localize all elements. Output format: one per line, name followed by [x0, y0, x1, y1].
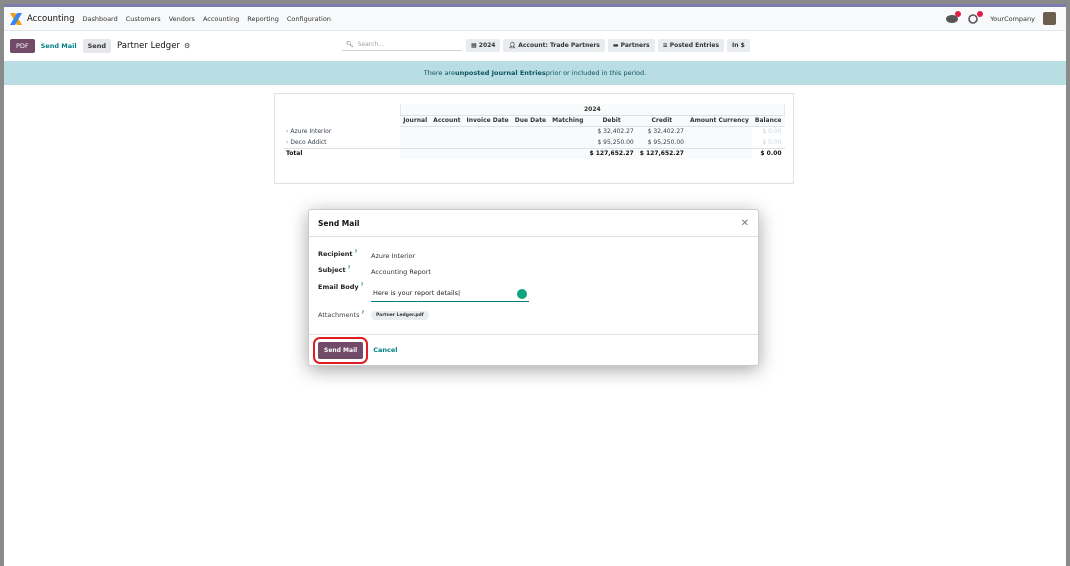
company-switcher[interactable]: YourCompany: [990, 15, 1035, 23]
main-navbar: Accounting Dashboard Customers Vendors A…: [4, 7, 1066, 31]
table-row[interactable]: › Deco Addict $ 95,250.00 $ 95,250.00 $ 0…: [283, 137, 785, 148]
chevron-right-icon[interactable]: ›: [286, 139, 288, 146]
help-icon[interactable]: ?: [348, 265, 350, 270]
email-body-label-text: Email Body: [318, 283, 359, 292]
subject-field[interactable]: Accounting Report: [371, 268, 431, 276]
send-mail-button[interactable]: Send Mail: [312, 336, 369, 364]
filter-account[interactable]: 👤︎ Account: Trade Partners: [503, 39, 605, 52]
attachments-label: Attachments ?: [318, 310, 364, 319]
recipient-label: Recipient ?: [318, 249, 357, 258]
menu-reporting[interactable]: Reporting: [247, 15, 279, 23]
column-header-row: Journal Account Invoice Date Due Date Ma…: [283, 115, 785, 127]
menu-dashboard[interactable]: Dashboard: [82, 15, 117, 23]
subject-label-text: Subject: [318, 266, 346, 275]
filter-currency[interactable]: In $: [727, 39, 750, 52]
help-icon[interactable]: ?: [355, 249, 357, 254]
banner-link[interactable]: unposted Journal Entries: [455, 69, 546, 77]
col-balance[interactable]: Balance: [751, 115, 785, 127]
dialog-header: Send Mail ✕: [309, 210, 758, 237]
menu-customers[interactable]: Customers: [126, 15, 161, 23]
unposted-entries-banner: There are unposted Journal Entries prior…: [4, 61, 1066, 85]
gear-icon[interactable]: ⚙: [184, 42, 190, 50]
col-due-date[interactable]: Due Date: [511, 115, 550, 127]
cancel-button[interactable]: Cancel: [373, 346, 397, 354]
user-avatar[interactable]: [1043, 12, 1056, 25]
row-partner-name: Azure Interior: [290, 128, 332, 135]
filter-date-label: 2024: [478, 42, 496, 49]
row-debit: $ 32,402.27: [586, 126, 637, 137]
search-icon: 🔍︎: [346, 41, 354, 48]
chat-icon[interactable]: [946, 10, 962, 24]
row-partner-name: Deco Addict: [290, 138, 327, 146]
col-credit[interactable]: Credit: [636, 115, 687, 127]
dialog-title: Send Mail: [318, 218, 360, 228]
send-mail-action[interactable]: Send Mail: [41, 42, 77, 50]
filter-posted-label: Posted Entries: [669, 42, 720, 49]
send-mail-dialog: Send Mail ✕ Recipient ? Azure Interior S…: [308, 209, 759, 366]
app-window: Accounting Dashboard Customers Vendors A…: [4, 4, 1066, 566]
col-account[interactable]: Account: [430, 115, 464, 127]
activity-badge: [977, 10, 984, 17]
control-panel: PDF Send Mail Send Partner Ledger ⚙ 🔍︎ S…: [4, 31, 1066, 61]
navbar-systray: YourCompany: [946, 10, 1056, 25]
accounting-app-icon[interactable]: [10, 12, 22, 25]
menu-accounting[interactable]: Accounting: [203, 15, 239, 23]
email-body-text: Here is your report details|: [373, 289, 461, 297]
filter-partners[interactable]: ▬ Partners: [607, 39, 655, 52]
total-credit: $ 127,652.27: [636, 147, 687, 159]
help-icon[interactable]: ?: [362, 310, 364, 315]
row-credit: $ 32,402.27: [636, 126, 687, 137]
total-balance: $ 0.00: [751, 147, 785, 159]
filter-account-label: Account: Trade Partners: [518, 42, 600, 49]
pdf-button[interactable]: PDF: [10, 39, 35, 53]
table-row[interactable]: › Azure Interior $ 32,402.27 $ 32,402.27 …: [283, 126, 785, 137]
total-row: Total $ 127,652.27 $ 127,652.27 $ 0.00: [283, 147, 785, 159]
help-icon[interactable]: ?: [361, 282, 363, 287]
filter-partners-label: Partners: [620, 42, 650, 49]
filter-posted[interactable]: ≡ Posted Entries: [657, 39, 725, 52]
send-button[interactable]: Send: [82, 39, 111, 53]
activity-icon[interactable]: [968, 10, 984, 24]
row-credit: $ 95,250.00: [636, 137, 687, 148]
filter-currency-label: In $: [732, 42, 745, 49]
attachment-chip[interactable]: Partner Ledger.pdf: [371, 311, 429, 320]
report-filters: ▦ 2024 👤︎ Account: Trade Partners ▬ Part…: [466, 39, 753, 52]
col-invoice-date[interactable]: Invoice Date: [463, 115, 512, 127]
col-debit[interactable]: Debit: [586, 115, 637, 127]
period-header: 2024: [399, 104, 786, 116]
email-body-label: Email Body ?: [318, 282, 363, 291]
email-body-field[interactable]: Here is your report details|: [371, 286, 529, 302]
app-name[interactable]: Accounting: [27, 14, 74, 24]
chat-badge: [955, 10, 962, 17]
total-debit: $ 127,652.27: [586, 147, 637, 159]
total-label: Total: [283, 147, 401, 159]
attachments-label-text: Attachments: [318, 311, 360, 320]
col-matching[interactable]: Matching: [549, 115, 587, 127]
col-journal[interactable]: Journal: [400, 115, 431, 127]
menu-vendors[interactable]: Vendors: [169, 15, 195, 23]
banner-prefix: There are: [423, 69, 455, 77]
col-amount-currency[interactable]: Amount Currency: [686, 115, 752, 127]
row-balance: $ 0.00: [762, 128, 782, 136]
recipient-label-text: Recipient: [318, 250, 353, 259]
search-input[interactable]: 🔍︎ Search...: [342, 39, 462, 51]
report-table: 2024 Journal Account Invoice Date Due Da…: [283, 104, 786, 159]
partner-ledger-report: 2024 Journal Account Invoice Date Due Da…: [274, 93, 794, 184]
period-header-row: 2024: [283, 104, 786, 116]
subject-label: Subject ?: [318, 265, 350, 274]
menu-configuration[interactable]: Configuration: [287, 15, 331, 23]
close-icon[interactable]: ✕: [741, 218, 749, 229]
dialog-footer: Send Mail Cancel: [309, 335, 758, 365]
page-title: Partner Ledger: [117, 41, 180, 51]
row-balance: $ 0.00: [762, 138, 782, 146]
filter-date[interactable]: ▦ 2024: [466, 39, 501, 52]
row-debit: $ 95,250.00: [586, 137, 637, 148]
chat-bubble-icon[interactable]: [517, 289, 527, 299]
chevron-right-icon[interactable]: ›: [286, 128, 288, 135]
dialog-body: Recipient ? Azure Interior Subject ? Acc…: [309, 237, 758, 335]
recipient-field[interactable]: Azure Interior: [371, 252, 415, 260]
banner-suffix: prior or included in this period.: [545, 69, 647, 77]
search-placeholder: Search...: [357, 41, 384, 48]
